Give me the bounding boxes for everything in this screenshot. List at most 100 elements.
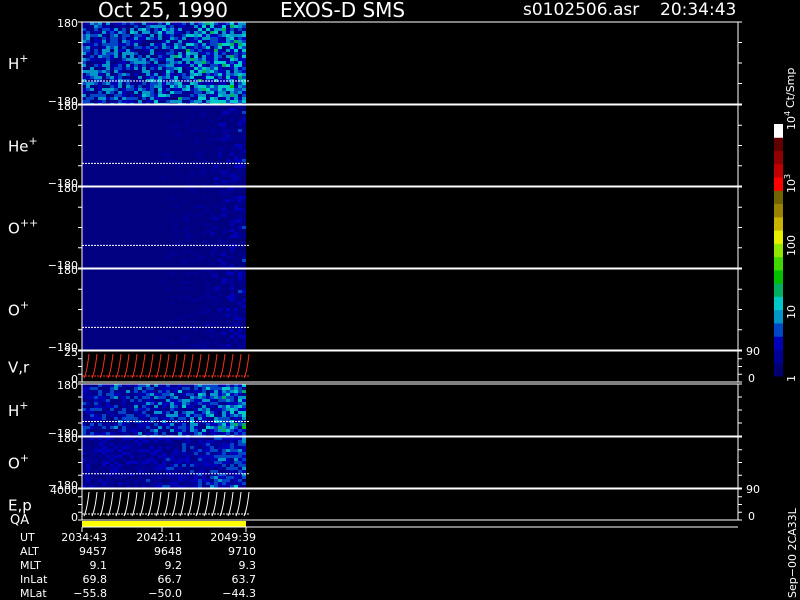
heatmap-cell (202, 311, 206, 314)
heatmap-cell (118, 470, 122, 473)
heatmap-cell (218, 482, 222, 485)
heatmap-cell (122, 387, 126, 390)
heatmap-cell (230, 43, 234, 46)
heatmap-cell (242, 461, 246, 464)
heatmap-cell (206, 323, 210, 326)
heatmap-cell (174, 31, 178, 34)
heatmap-cell (166, 97, 170, 100)
heatmap-cell (194, 446, 198, 449)
heatmap-cell (86, 470, 90, 473)
heatmap-cell (130, 405, 134, 408)
heatmap-cell (102, 417, 106, 420)
heatmap-cell (202, 85, 206, 88)
heatmap-cell (158, 79, 162, 82)
heatmap-cell (222, 180, 226, 183)
heatmap-cell (154, 73, 158, 76)
heatmap-cell (182, 58, 186, 61)
heatmap-cell (206, 299, 210, 302)
heatmap-cell (218, 49, 222, 52)
heatmap-cell (190, 287, 194, 290)
heatmap-cell (150, 58, 154, 61)
heatmap-cell (210, 446, 214, 449)
heatmap-cell (238, 28, 242, 31)
heatmap-cell (190, 70, 194, 73)
heatmap-cell (162, 43, 166, 46)
heatmap-cell (166, 100, 170, 103)
heatmap-cell (242, 70, 246, 73)
heatmap-cell (122, 426, 126, 429)
heatmap-cell (198, 405, 202, 408)
heatmap-cell (190, 43, 194, 46)
heatmap-cell (234, 314, 238, 317)
heatmap-cell (230, 64, 234, 67)
heatmap-cell (134, 88, 138, 91)
heatmap-cell (166, 34, 170, 37)
heatmap-cell (166, 411, 170, 414)
heatmap-cell (182, 97, 186, 100)
heatmap-cell (138, 423, 142, 426)
heatmap-cell (238, 49, 242, 52)
heatmap-cell (242, 156, 246, 159)
heatmap-cell (158, 37, 162, 40)
heatmap-cell (162, 461, 166, 464)
heatmap-cell (238, 100, 242, 103)
heatmap-cell (122, 31, 126, 34)
heatmap-cell (122, 34, 126, 37)
heatmap-cell (150, 426, 154, 429)
heatmap-cell (222, 31, 226, 34)
heatmap-cell (126, 85, 130, 88)
spectrogram-figure: Oct 25, 1990 EXOS-D SMS s0102506.asr 20:… (8, 0, 799, 600)
heatmap-cell (86, 408, 90, 411)
heatmap-cell (226, 408, 230, 411)
heatmap-cell (190, 40, 194, 43)
heatmap-cell (214, 180, 218, 183)
heatmap-cell (134, 429, 138, 432)
heatmap-cell (162, 91, 166, 94)
heatmap-cell (138, 446, 142, 449)
heatmap-cell (238, 317, 242, 320)
heatmap-cell (198, 296, 202, 299)
heatmap-cell (90, 423, 94, 426)
heatmap-cell (226, 411, 230, 414)
heatmap-cell (138, 426, 142, 429)
heatmap-cell (82, 432, 86, 435)
heatmap-cell (98, 402, 102, 405)
heatmap-cell (234, 311, 238, 314)
heatmap-cell (202, 111, 206, 114)
heatmap-cell (114, 470, 118, 473)
heatmap-cell (82, 67, 86, 70)
heatmap-cell (94, 426, 98, 429)
heatmap-cell (218, 171, 222, 174)
panel-label-sup: + (20, 299, 29, 312)
heatmap-cell (222, 79, 226, 82)
ephemeris-value: −50.0 (148, 587, 182, 600)
heatmap-cell (186, 25, 190, 28)
heatmap-cell (82, 76, 86, 79)
heatmap-cell (162, 82, 166, 85)
heatmap-cell (242, 100, 246, 103)
heatmap-cell (202, 67, 206, 70)
heatmap-cell (234, 199, 238, 202)
heatmap-cell (166, 37, 170, 40)
heatmap-cell (214, 314, 218, 317)
heatmap-cell (182, 390, 186, 393)
heatmap-cell (170, 46, 174, 49)
heatmap-cell (242, 281, 246, 284)
heatmap-cell (234, 308, 238, 311)
heatmap-cell (166, 467, 170, 470)
heatmap-cell (134, 393, 138, 396)
heatmap-cell (234, 317, 238, 320)
heatmap-cell (210, 429, 214, 432)
heatmap-cell (190, 440, 194, 443)
heatmap-cell (226, 458, 230, 461)
heatmap-cell (230, 37, 234, 40)
heatmap-cell (134, 467, 138, 470)
heatmap-cell (186, 423, 190, 426)
heatmap-cell (178, 452, 182, 455)
heatmap-cell (198, 443, 202, 446)
heatmap-cell (190, 34, 194, 37)
heatmap-cell (122, 411, 126, 414)
heatmap-cell (234, 476, 238, 479)
heatmap-cell (118, 467, 122, 470)
heatmap-cell (170, 482, 174, 485)
